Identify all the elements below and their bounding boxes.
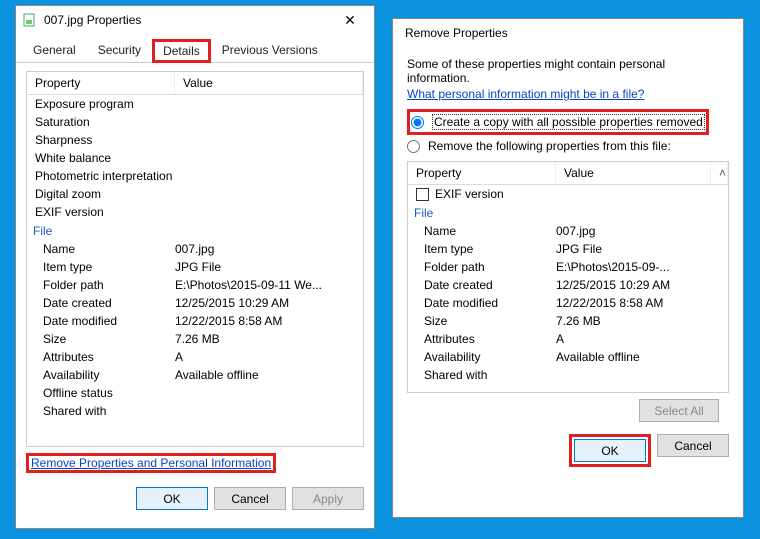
intro-text: Some of these properties might contain p… — [407, 57, 729, 85]
table-row: Item typeJPG File — [27, 258, 363, 276]
table-row: Digital zoom — [27, 185, 363, 203]
table-row: Saturation — [27, 113, 363, 131]
radio-remove-following-input[interactable] — [407, 140, 420, 153]
table-row: Date modified12/22/2015 8:58 AM — [408, 294, 728, 312]
section-file: File — [408, 203, 728, 222]
file-icon — [22, 12, 38, 28]
checkbox-icon[interactable] — [416, 188, 429, 201]
table-row: Item typeJPG File — [408, 240, 728, 258]
apply-button[interactable]: Apply — [292, 487, 364, 510]
radio-create-copy[interactable]: Create a copy with all possible properti… — [411, 112, 705, 132]
col-value[interactable]: Value — [175, 72, 363, 94]
table-row: Size7.26 MB — [27, 330, 363, 348]
tab-strip: General Security Details Previous Versio… — [16, 34, 374, 63]
table-row: Folder pathE:\Photos\2015-09-... — [408, 258, 728, 276]
radio-remove-following[interactable]: Remove the following properties from thi… — [407, 137, 729, 155]
table-row: Exposure program — [27, 95, 363, 113]
table-row: Name007.jpg — [408, 222, 728, 240]
window-title: Remove Properties — [405, 26, 739, 40]
table-row: AvailabilityAvailable offline — [27, 366, 363, 384]
cancel-button[interactable]: Cancel — [214, 487, 286, 510]
table-row: Sharpness — [27, 131, 363, 149]
column-headers[interactable]: Property Value — [27, 72, 363, 95]
info-link[interactable]: What personal information might be in a … — [407, 87, 644, 101]
table-row: Folder pathE:\Photos\2015-09-11 We... — [27, 276, 363, 294]
dialog-buttons: OK Cancel — [393, 426, 743, 477]
titlebar[interactable]: Remove Properties — [393, 19, 743, 47]
table-row: AttributesA — [408, 330, 728, 348]
dialog-buttons: OK Cancel Apply — [16, 479, 374, 520]
select-all-button[interactable]: Select All — [639, 399, 719, 422]
column-headers[interactable]: Property Value ˄ — [408, 162, 728, 185]
col-value[interactable]: Value — [556, 162, 711, 184]
ok-button[interactable]: OK — [136, 487, 208, 510]
tab-content: Property Value Exposure program Saturati… — [16, 63, 374, 479]
property-list: Property Value Exposure program Saturati… — [26, 71, 364, 447]
table-row: Shared with — [27, 402, 363, 420]
table-row: Date created12/25/2015 10:29 AM — [27, 294, 363, 312]
table-row: Date created12/25/2015 10:29 AM — [408, 276, 728, 294]
property-list: Property Value ˄ EXIF version File Name0… — [407, 161, 729, 393]
table-row[interactable]: EXIF version — [408, 185, 728, 203]
radio-create-copy-input[interactable] — [411, 116, 424, 129]
remove-properties-dialog: Remove Properties Some of these properti… — [392, 18, 744, 518]
cancel-button[interactable]: Cancel — [657, 434, 729, 457]
table-row: AttributesA — [27, 348, 363, 366]
dialog-content: Some of these properties might contain p… — [393, 47, 743, 426]
tab-security[interactable]: Security — [87, 38, 152, 62]
property-list-body[interactable]: EXIF version File Name007.jpg Item typeJ… — [408, 185, 728, 391]
property-list-body[interactable]: Exposure program Saturation Sharpness Wh… — [27, 95, 363, 445]
properties-dialog: 007.jpg Properties ✕ General Security De… — [15, 5, 375, 529]
table-row: AvailabilityAvailable offline — [408, 348, 728, 366]
scroll-up-icon[interactable]: ˄ — [711, 162, 728, 184]
radio-remove-following-label: Remove the following properties from thi… — [428, 139, 671, 153]
tab-general[interactable]: General — [22, 38, 87, 62]
table-row: Shared with — [408, 366, 728, 384]
table-row: Date modified12/22/2015 8:58 AM — [27, 312, 363, 330]
ok-button[interactable]: OK — [574, 439, 646, 462]
titlebar[interactable]: 007.jpg Properties ✕ — [16, 6, 374, 34]
table-row: Photometric interpretation — [27, 167, 363, 185]
close-icon[interactable]: ✕ — [330, 8, 370, 32]
table-row: Name007.jpg — [27, 240, 363, 258]
tab-previous-versions[interactable]: Previous Versions — [211, 38, 329, 62]
section-file: File — [27, 221, 363, 240]
remove-properties-link[interactable]: Remove Properties and Personal Informati… — [31, 456, 271, 470]
radio-create-copy-label: Create a copy with all possible properti… — [432, 114, 705, 130]
tab-details[interactable]: Details — [152, 39, 211, 63]
table-row: White balance — [27, 149, 363, 167]
col-property[interactable]: Property — [27, 72, 175, 94]
window-title: 007.jpg Properties — [44, 13, 330, 27]
table-row: EXIF version — [27, 203, 363, 221]
table-row: Offline status — [27, 384, 363, 402]
table-row: Size7.26 MB — [408, 312, 728, 330]
col-property[interactable]: Property — [408, 162, 556, 184]
